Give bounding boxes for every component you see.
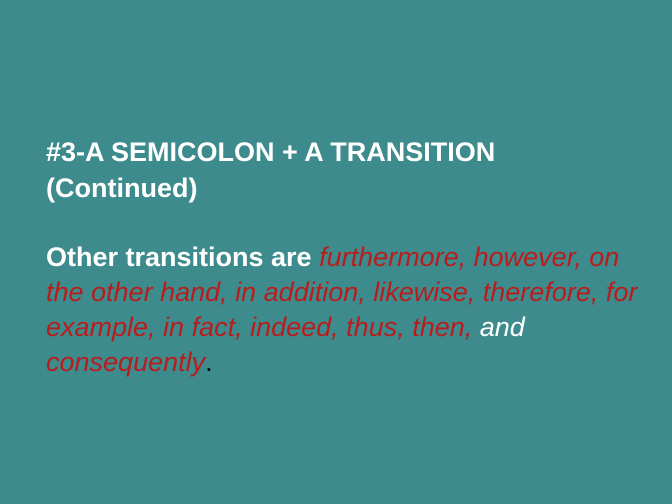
and-word: and (472, 312, 525, 342)
slide-title: #3-A SEMICOLON + A TRANSITION (Continued… (46, 134, 646, 206)
title-line-1: #3-A SEMICOLON + A TRANSITION (46, 137, 496, 167)
slide: #3-A SEMICOLON + A TRANSITION (Continued… (0, 0, 672, 504)
title-line-2: (Continued) (46, 173, 198, 203)
slide-body: Other transitions are furthermore, howev… (46, 240, 646, 380)
body-lead-text: Other transitions are (46, 242, 320, 272)
period: . (205, 347, 213, 377)
last-transition: consequently (46, 347, 206, 377)
